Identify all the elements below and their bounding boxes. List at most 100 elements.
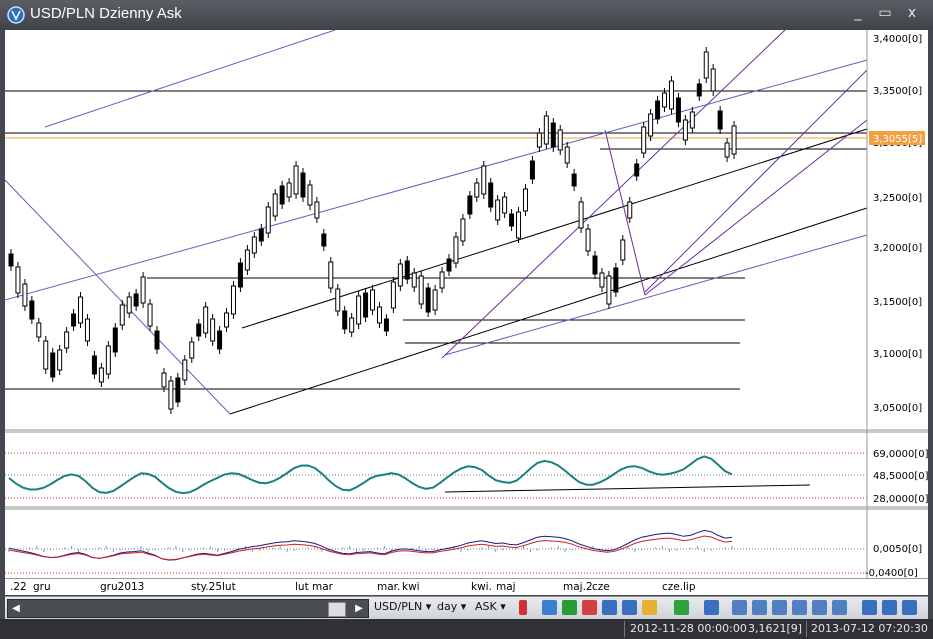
compress-vertical-icon[interactable] [812, 600, 827, 615]
status-divider [624, 621, 625, 637]
status-bar: 2012-11-28 00:00:00 3,1621[9] 2013-07-12… [0, 619, 933, 639]
maximize-button[interactable]: ▭ [875, 5, 895, 21]
candle-body [446, 258, 452, 272]
pane-separator[interactable] [5, 506, 928, 510]
candle-body [411, 272, 417, 288]
candle-body [439, 271, 445, 289]
time-label: sty.25lut [191, 581, 236, 593]
candle-body [655, 100, 661, 120]
cross-3-icon[interactable] [902, 600, 917, 615]
candle-body [488, 182, 494, 208]
candle-body [175, 377, 181, 403]
time-axis[interactable]: .22 gru gru2013 sty.25lut lut mar mar. k… [5, 578, 928, 595]
side-dropdown[interactable]: ASK ▾ [475, 600, 506, 613]
time-label: maj.2 [563, 581, 593, 593]
pane-separator[interactable] [5, 429, 928, 433]
scrollbar-thumb[interactable] [328, 602, 346, 617]
candle-body [397, 263, 403, 287]
candle-body [78, 296, 84, 324]
zoom-out-icon[interactable] [832, 600, 847, 615]
candle-body [717, 110, 723, 130]
title-bar[interactable]: USD/PLN Dzienny Ask _ ▭ x [0, 0, 933, 30]
bar-color-icon[interactable] [562, 600, 577, 615]
candle-body [154, 330, 160, 350]
candle-body [182, 359, 188, 381]
candle-body [550, 122, 556, 148]
price-tick: 3,1500[0] [873, 297, 922, 308]
properties-icon[interactable] [704, 600, 719, 615]
price-axis[interactable]: 3,4000[0] 3,3500[0] 3,3000[0] 3,2500[0] … [869, 34, 925, 414]
candle-body [300, 172, 306, 198]
candle-body [696, 83, 702, 97]
candle-body [98, 367, 104, 383]
candle-body [293, 165, 299, 195]
candle-body [585, 228, 591, 252]
candle-body [147, 303, 153, 327]
shift-left-icon[interactable] [752, 600, 767, 615]
candle-body [224, 312, 230, 328]
symbol-dropdown[interactable]: USD/PLN ▾ [374, 600, 431, 613]
candle-body [29, 300, 35, 320]
zoom-fit-icon[interactable] [542, 600, 557, 615]
rsi-tick: 48,5000[0] [873, 471, 928, 482]
chart-canvas[interactable]: 3,4000[0] 3,3500[0] 3,3000[0] 3,2500[0] … [4, 29, 929, 579]
minimize-button[interactable]: _ [848, 5, 868, 21]
candle-body [168, 380, 174, 410]
zoom-in-icon[interactable] [732, 600, 747, 615]
indicators-icon[interactable] [642, 600, 657, 615]
shift-right-icon[interactable] [772, 600, 787, 615]
candle-body [641, 126, 647, 154]
scroll-left-icon[interactable]: ◀ [8, 600, 24, 617]
cursor-price: 3,1621[9] [748, 622, 803, 635]
horizontal-scrollbar[interactable]: ◀ ▶ [7, 599, 369, 618]
candle-body [15, 266, 21, 294]
grid-icon[interactable] [582, 600, 597, 615]
rsi-axis[interactable]: 69,0000[0] 48,5000[0] 28,0000[0] [873, 449, 929, 505]
cross-2-icon[interactable] [882, 600, 897, 615]
price-tick: 3,2000[0] [873, 243, 922, 254]
candle-body [64, 331, 70, 349]
cross-1-icon[interactable] [862, 600, 877, 615]
chart-template-icon[interactable] [602, 600, 617, 615]
window-title: USD/PLN Dzienny Ask [30, 5, 182, 22]
candle-body [627, 201, 633, 219]
price-pane[interactable] [4, 29, 868, 415]
rsi-tick: 28,0000[0] [873, 494, 928, 505]
window-icon[interactable] [622, 600, 637, 615]
time-label: lip [683, 581, 696, 593]
period-dropdown[interactable]: day ▾ [437, 600, 466, 613]
time-label: .22 [10, 581, 27, 593]
candle-body [133, 293, 139, 307]
price-tick: 3,4000[0] [873, 34, 922, 45]
time-label: gru2013 [100, 581, 145, 593]
candle-body [599, 272, 605, 288]
scroll-right-icon[interactable]: ▶ [351, 600, 367, 617]
candle-body [522, 188, 528, 212]
channel-line [4, 59, 868, 301]
stretch-vertical-icon[interactable] [792, 600, 807, 615]
macd-pane[interactable] [5, 529, 867, 574]
candle-body [112, 327, 118, 353]
candle-body [682, 119, 688, 141]
macd-axis[interactable]: 0,0050[0] -0,0400[0] [865, 544, 922, 579]
time-label: kwi. [471, 581, 492, 593]
rsi-pane[interactable] [5, 452, 867, 499]
price-tick: 3,1000[0] [873, 349, 922, 360]
rsi-tick: 69,0000[0] [873, 449, 928, 460]
candle-body [404, 260, 410, 280]
candle-body [251, 236, 257, 254]
candle-body [668, 80, 674, 110]
candle-type-icon[interactable] [519, 600, 527, 615]
candle-body [481, 165, 487, 195]
candle-body [189, 341, 195, 359]
candle-body [36, 322, 42, 338]
candle-body [279, 185, 285, 205]
cursor-icon[interactable] [674, 600, 689, 615]
close-button[interactable]: x [902, 5, 922, 21]
candle-body [675, 97, 681, 123]
candle-body [217, 330, 223, 350]
candle-body [43, 340, 49, 370]
candle-body [710, 68, 716, 92]
chart-area[interactable]: 3,4000[0] 3,3500[0] 3,3000[0] 3,2500[0] … [4, 29, 929, 579]
candle-body [383, 318, 389, 332]
